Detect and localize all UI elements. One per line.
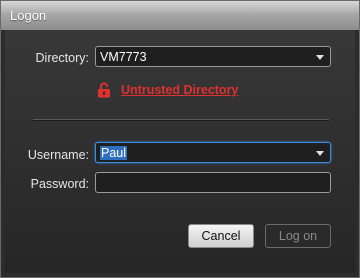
untrusted-directory-link[interactable]: Untrusted Directory [121, 83, 238, 97]
password-label: Password: [30, 177, 89, 191]
logon-dialog: Logon Directory: VM7773 Untrusted Direct… [0, 0, 360, 278]
unlocked-padlock-icon [97, 82, 111, 101]
dialog-title: Logon [10, 8, 47, 23]
dialog-content: Directory: VM7773 Untrusted Directory Us… [5, 30, 355, 273]
directory-value: VM7773 [100, 50, 147, 64]
username-label: Username: [27, 148, 89, 162]
directory-dropdown[interactable]: VM7773 [95, 46, 331, 67]
chevron-down-icon[interactable] [316, 55, 324, 60]
password-field[interactable] [95, 172, 331, 193]
title-bar[interactable]: Logon [1, 1, 359, 30]
username-selected-text: Paul [100, 146, 128, 160]
username-combobox[interactable]: Paul [95, 142, 331, 163]
username-value: Paul [100, 146, 128, 160]
logon-button[interactable]: Log on [265, 224, 331, 248]
divider [33, 119, 329, 121]
cancel-button[interactable]: Cancel [188, 224, 254, 248]
chevron-down-icon[interactable] [316, 151, 324, 156]
directory-label: Directory: [35, 51, 89, 65]
